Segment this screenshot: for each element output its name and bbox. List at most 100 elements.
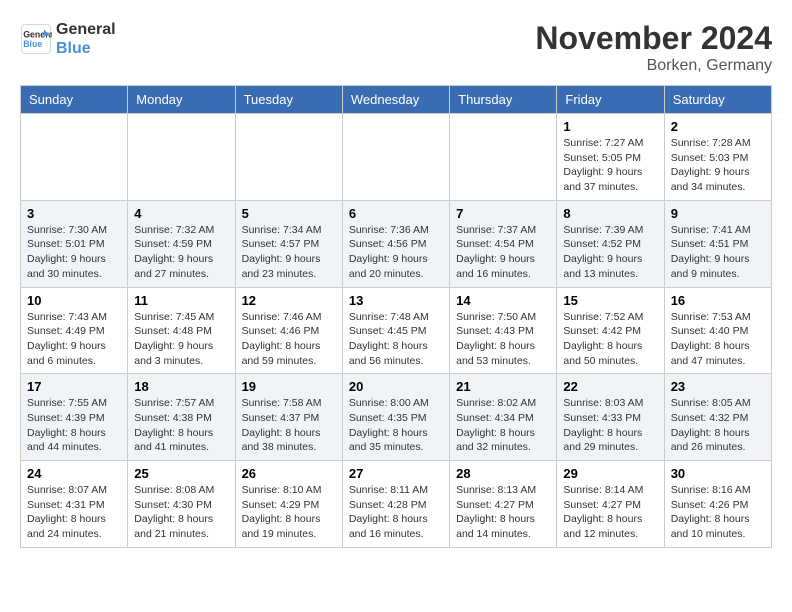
calendar-header-row: SundayMondayTuesdayWednesdayThursdayFrid… (21, 86, 772, 114)
calendar-cell (128, 114, 235, 201)
calendar-cell: 7 Sunrise: 7:37 AM Sunset: 4:54 PM Daylig… (450, 200, 557, 287)
day-info: Sunrise: 8:11 AM Sunset: 4:28 PM Dayligh… (349, 483, 443, 542)
day-number: 24 (27, 466, 121, 481)
day-number: 4 (134, 206, 228, 221)
logo: General Blue General Blue (20, 20, 116, 58)
calendar-cell: 1 Sunrise: 7:27 AM Sunset: 5:05 PM Daylig… (557, 114, 664, 201)
calendar-week-row: 17 Sunrise: 7:55 AM Sunset: 4:39 PM Dayli… (21, 374, 772, 461)
calendar-header-wednesday: Wednesday (342, 86, 449, 114)
logo-icon: General Blue (20, 23, 52, 55)
day-number: 8 (563, 206, 657, 221)
day-info: Sunrise: 7:37 AM Sunset: 4:54 PM Dayligh… (456, 223, 550, 282)
day-info: Sunrise: 8:07 AM Sunset: 4:31 PM Dayligh… (27, 483, 121, 542)
day-info: Sunrise: 7:28 AM Sunset: 5:03 PM Dayligh… (671, 136, 765, 195)
day-number: 2 (671, 119, 765, 134)
calendar-cell: 15 Sunrise: 7:52 AM Sunset: 4:42 PM Dayli… (557, 287, 664, 374)
day-info: Sunrise: 8:03 AM Sunset: 4:33 PM Dayligh… (563, 396, 657, 455)
month-title: November 2024 (535, 20, 772, 57)
day-number: 23 (671, 379, 765, 394)
calendar-cell: 22 Sunrise: 8:03 AM Sunset: 4:33 PM Dayli… (557, 374, 664, 461)
day-number: 5 (242, 206, 336, 221)
day-number: 9 (671, 206, 765, 221)
day-number: 25 (134, 466, 228, 481)
day-number: 18 (134, 379, 228, 394)
day-number: 15 (563, 293, 657, 308)
calendar-cell: 29 Sunrise: 8:14 AM Sunset: 4:27 PM Dayli… (557, 461, 664, 548)
calendar: SundayMondayTuesdayWednesdayThursdayFrid… (20, 85, 772, 548)
day-number: 17 (27, 379, 121, 394)
day-info: Sunrise: 7:27 AM Sunset: 5:05 PM Dayligh… (563, 136, 657, 195)
calendar-cell: 28Sunrise: 8:13 AM Sunset: 4:27 PM Dayli… (450, 461, 557, 548)
calendar-cell: 17 Sunrise: 7:55 AM Sunset: 4:39 PM Dayli… (21, 374, 128, 461)
day-info: Sunrise: 7:48 AM Sunset: 4:45 PM Dayligh… (349, 310, 443, 369)
calendar-cell: 8 Sunrise: 7:39 AM Sunset: 4:52 PM Daylig… (557, 200, 664, 287)
calendar-header-sunday: Sunday (21, 86, 128, 114)
location: Borken, Germany (535, 57, 772, 75)
day-number: 29 (563, 466, 657, 481)
calendar-cell: 24 Sunrise: 8:07 AM Sunset: 4:31 PM Dayli… (21, 461, 128, 548)
calendar-week-row: 3Sunrise: 7:30 AM Sunset: 5:01 PM Daylig… (21, 200, 772, 287)
calendar-cell: 30Sunrise: 8:16 AM Sunset: 4:26 PM Dayli… (664, 461, 771, 548)
calendar-cell (450, 114, 557, 201)
day-info: Sunrise: 8:14 AM Sunset: 4:27 PM Dayligh… (563, 483, 657, 542)
day-info: Sunrise: 7:52 AM Sunset: 4:42 PM Dayligh… (563, 310, 657, 369)
calendar-header-thursday: Thursday (450, 86, 557, 114)
calendar-cell: 11 Sunrise: 7:45 AM Sunset: 4:48 PM Dayli… (128, 287, 235, 374)
day-number: 10 (27, 293, 121, 308)
svg-text:Blue: Blue (23, 39, 42, 49)
day-info: Sunrise: 7:53 AM Sunset: 4:40 PM Dayligh… (671, 310, 765, 369)
day-info: Sunrise: 7:36 AM Sunset: 4:56 PM Dayligh… (349, 223, 443, 282)
day-info: Sunrise: 7:58 AM Sunset: 4:37 PM Dayligh… (242, 396, 336, 455)
logo-text-line2: Blue (56, 39, 116, 58)
day-number: 7 (456, 206, 550, 221)
day-info: Sunrise: 8:00 AM Sunset: 4:35 PM Dayligh… (349, 396, 443, 455)
calendar-header-friday: Friday (557, 86, 664, 114)
day-number: 22 (563, 379, 657, 394)
day-info: Sunrise: 7:41 AM Sunset: 4:51 PM Dayligh… (671, 223, 765, 282)
calendar-cell (235, 114, 342, 201)
day-number: 6 (349, 206, 443, 221)
calendar-cell: 5Sunrise: 7:34 AM Sunset: 4:57 PM Daylig… (235, 200, 342, 287)
calendar-cell: 14Sunrise: 7:50 AM Sunset: 4:43 PM Dayli… (450, 287, 557, 374)
day-number: 1 (563, 119, 657, 134)
calendar-cell (342, 114, 449, 201)
calendar-week-row: 24 Sunrise: 8:07 AM Sunset: 4:31 PM Dayli… (21, 461, 772, 548)
calendar-cell: 2 Sunrise: 7:28 AM Sunset: 5:03 PM Daylig… (664, 114, 771, 201)
calendar-cell: 20 Sunrise: 8:00 AM Sunset: 4:35 PM Dayli… (342, 374, 449, 461)
calendar-cell: 12Sunrise: 7:46 AM Sunset: 4:46 PM Dayli… (235, 287, 342, 374)
calendar-cell: 6 Sunrise: 7:36 AM Sunset: 4:56 PM Daylig… (342, 200, 449, 287)
day-info: Sunrise: 7:46 AM Sunset: 4:46 PM Dayligh… (242, 310, 336, 369)
day-info: Sunrise: 8:08 AM Sunset: 4:30 PM Dayligh… (134, 483, 228, 542)
calendar-header-monday: Monday (128, 86, 235, 114)
day-number: 21 (456, 379, 550, 394)
calendar-week-row: 1 Sunrise: 7:27 AM Sunset: 5:05 PM Daylig… (21, 114, 772, 201)
day-number: 26 (242, 466, 336, 481)
calendar-cell: 19 Sunrise: 7:58 AM Sunset: 4:37 PM Dayli… (235, 374, 342, 461)
day-info: Sunrise: 7:45 AM Sunset: 4:48 PM Dayligh… (134, 310, 228, 369)
day-info: Sunrise: 8:13 AM Sunset: 4:27 PM Dayligh… (456, 483, 550, 542)
day-info: Sunrise: 8:10 AM Sunset: 4:29 PM Dayligh… (242, 483, 336, 542)
day-number: 20 (349, 379, 443, 394)
day-number: 11 (134, 293, 228, 308)
day-number: 19 (242, 379, 336, 394)
logo-text-line1: General (56, 20, 116, 39)
calendar-header-tuesday: Tuesday (235, 86, 342, 114)
day-number: 27 (349, 466, 443, 481)
calendar-cell: 26 Sunrise: 8:10 AM Sunset: 4:29 PM Dayli… (235, 461, 342, 548)
day-info: Sunrise: 8:02 AM Sunset: 4:34 PM Dayligh… (456, 396, 550, 455)
day-info: Sunrise: 8:05 AM Sunset: 4:32 PM Dayligh… (671, 396, 765, 455)
calendar-cell: 9 Sunrise: 7:41 AM Sunset: 4:51 PM Daylig… (664, 200, 771, 287)
calendar-cell: 3Sunrise: 7:30 AM Sunset: 5:01 PM Daylig… (21, 200, 128, 287)
calendar-cell: 23 Sunrise: 8:05 AM Sunset: 4:32 PM Dayli… (664, 374, 771, 461)
day-info: Sunrise: 7:55 AM Sunset: 4:39 PM Dayligh… (27, 396, 121, 455)
day-info: Sunrise: 7:57 AM Sunset: 4:38 PM Dayligh… (134, 396, 228, 455)
calendar-cell: 27 Sunrise: 8:11 AM Sunset: 4:28 PM Dayli… (342, 461, 449, 548)
day-info: Sunrise: 7:39 AM Sunset: 4:52 PM Dayligh… (563, 223, 657, 282)
page-header: General Blue General Blue November 2024 … (20, 20, 772, 75)
calendar-cell: 10Sunrise: 7:43 AM Sunset: 4:49 PM Dayli… (21, 287, 128, 374)
day-number: 30 (671, 466, 765, 481)
calendar-cell: 18 Sunrise: 7:57 AM Sunset: 4:38 PM Dayli… (128, 374, 235, 461)
title-block: November 2024 Borken, Germany (535, 20, 772, 75)
day-number: 3 (27, 206, 121, 221)
calendar-cell: 4Sunrise: 7:32 AM Sunset: 4:59 PM Daylig… (128, 200, 235, 287)
